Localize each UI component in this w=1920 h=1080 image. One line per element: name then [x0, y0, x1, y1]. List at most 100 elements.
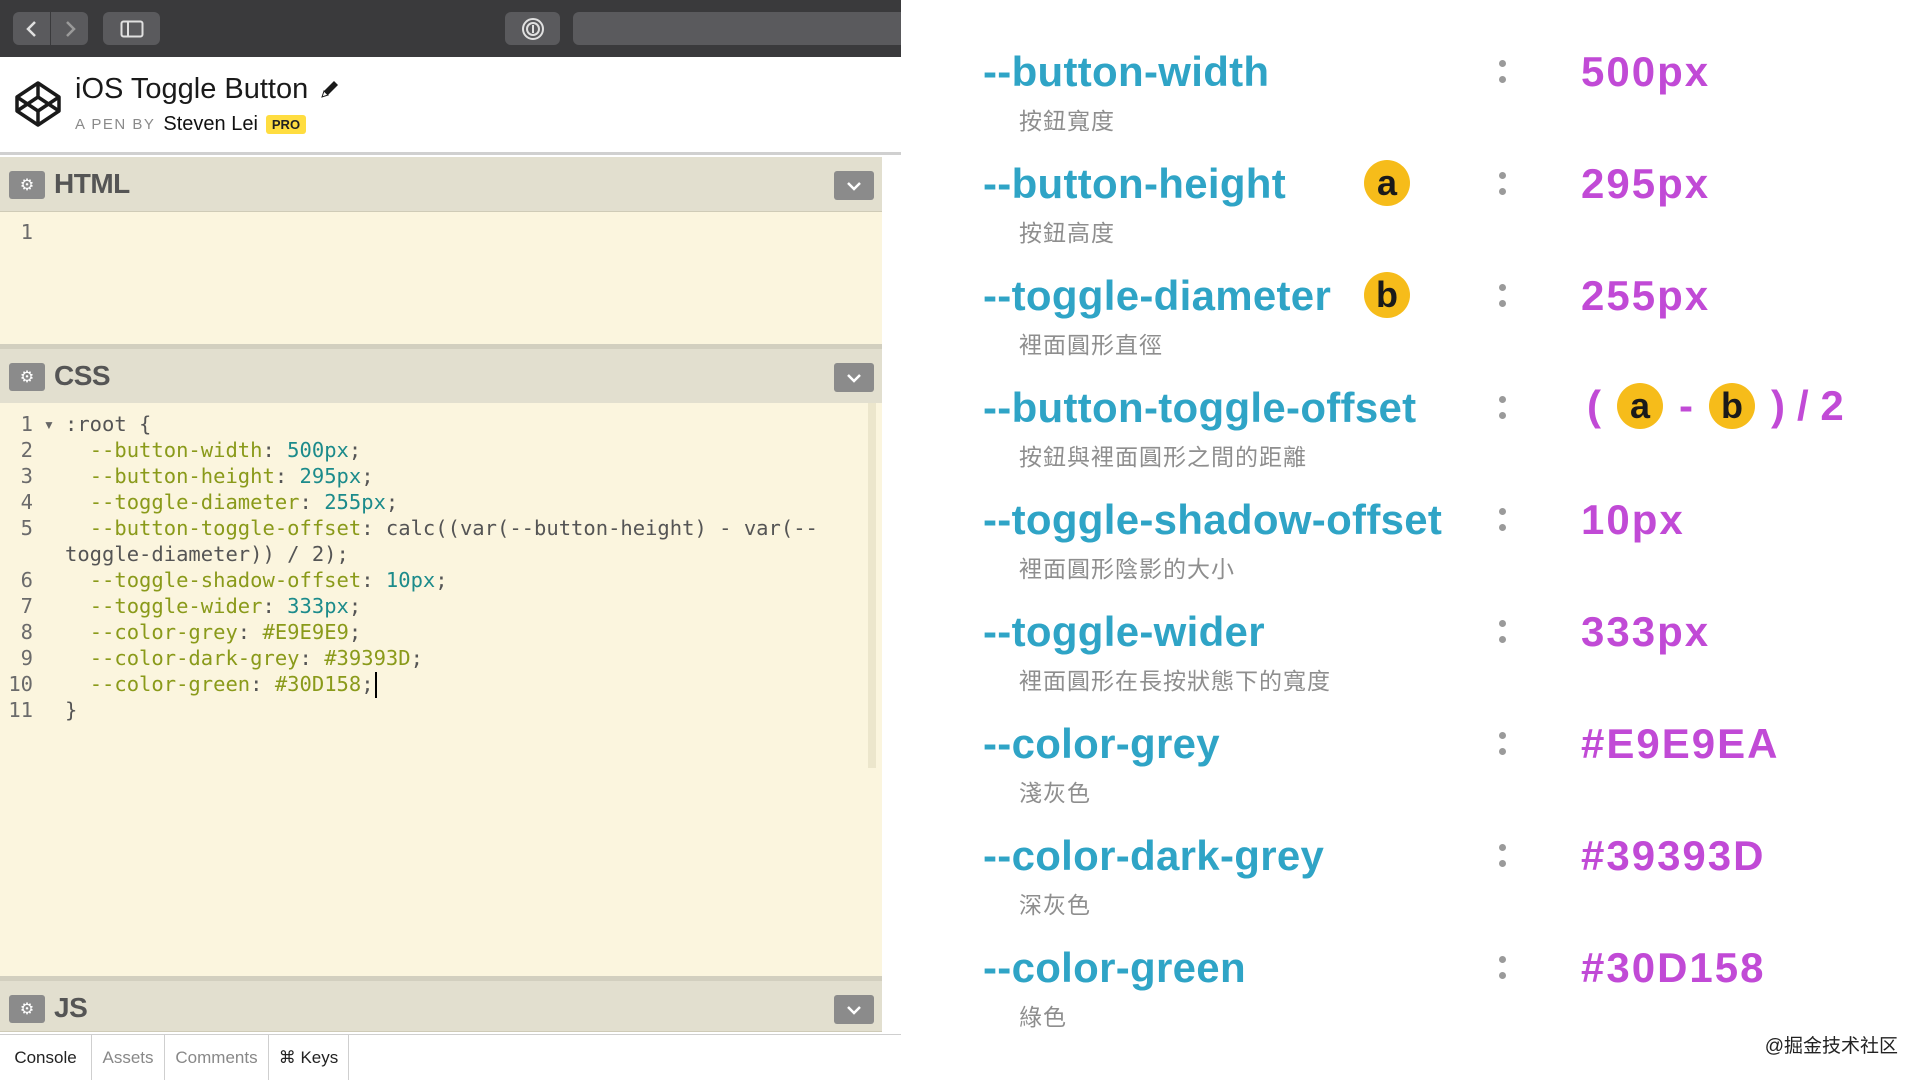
- variable-value: #E9E9EA: [1581, 720, 1780, 767]
- marker-b-badge: b: [1364, 272, 1410, 318]
- offset-formula: ( a - b ) / 2: [1581, 382, 1850, 430]
- variable-name: --color-dark-grey: [983, 832, 1325, 879]
- watermark: @掘金技术社区: [1764, 1036, 1898, 1057]
- variable-description: 按鈕高度: [1019, 220, 1115, 246]
- line-number: 4: [20, 490, 33, 514]
- chevron-right-icon: [65, 20, 76, 37]
- formula-divide: / 2: [1797, 382, 1844, 429]
- variable-row: --toggle-diameter b 裡面圓形直徑 255px: [901, 272, 1920, 372]
- chevron-down-icon: [847, 373, 861, 383]
- line-number: 1: [20, 220, 33, 244]
- html-collapse-button[interactable]: [834, 171, 874, 200]
- variable-name: --color-grey: [983, 720, 1220, 767]
- back-button[interactable]: [13, 12, 50, 45]
- variable-value: 295px: [1581, 160, 1711, 207]
- variable-description: 裡面圓形直徑: [1019, 332, 1163, 358]
- variable-description: 裡面圓形在長按狀態下的寬度: [1019, 668, 1331, 694]
- line-number: 10: [8, 672, 33, 696]
- js-collapse-button[interactable]: [834, 995, 874, 1024]
- marker-b-badge: b: [1709, 383, 1755, 429]
- css-value: 295px: [299, 464, 362, 488]
- variable-description: 裡面圓形陰影的大小: [1019, 556, 1235, 582]
- shield-icon: [521, 17, 544, 40]
- css-property: --button-toggle-offset: [89, 516, 362, 540]
- line-number: 2: [20, 438, 33, 462]
- formula-open-paren: (: [1587, 382, 1601, 429]
- colon-separator: [1497, 56, 1507, 86]
- variable-row: --button-height a 按鈕高度 295px: [901, 160, 1920, 260]
- colon-separator: [1497, 168, 1507, 198]
- privacy-report-button[interactable]: [505, 12, 560, 45]
- html-settings-button[interactable]: ⚙: [9, 171, 45, 199]
- code-line: --toggle-diameter: 255px;: [89, 490, 399, 514]
- address-bar[interactable]: [573, 12, 901, 45]
- sidebar-toggle-button[interactable]: [103, 12, 160, 45]
- css-property: --color-grey: [89, 620, 238, 644]
- variable-row: --color-grey 淺灰色 #E9E9EA: [901, 720, 1920, 820]
- variable-value: 500px: [1581, 48, 1711, 95]
- variable-row: --button-toggle-offset 按鈕與裡面圓形之間的距離 ( a …: [901, 382, 1920, 484]
- pen-author-link[interactable]: Steven Lei: [163, 113, 258, 136]
- code-line: }: [65, 698, 78, 722]
- variable-value: 255px: [1581, 272, 1711, 319]
- css-collapse-button[interactable]: [834, 363, 874, 392]
- js-settings-button[interactable]: ⚙: [9, 995, 45, 1023]
- variable-row: --button-width 按鈕寬度 500px: [901, 48, 1920, 148]
- tab-comments[interactable]: Comments: [165, 1035, 269, 1080]
- line-number: 8: [20, 620, 33, 644]
- colon-separator: [1497, 280, 1507, 310]
- preview-gutter: [882, 155, 901, 1032]
- code-line: --toggle-shadow-offset: 10px;: [89, 568, 448, 592]
- css-editor[interactable]: 1 ▼ :root { 2 --button-width: 500px; 3 -…: [0, 403, 882, 976]
- chevron-down-icon: [847, 1005, 861, 1015]
- variable-name: --toggle-diameter: [983, 272, 1332, 319]
- css-panel-title: CSS: [54, 360, 111, 391]
- tab-assets[interactable]: Assets: [92, 1035, 165, 1080]
- line-number: 7: [20, 594, 33, 618]
- code-line: :root {: [65, 412, 152, 436]
- js-panel-title: JS: [54, 992, 88, 1023]
- tab-keys[interactable]: ⌘ Keys: [269, 1035, 349, 1080]
- variable-value: 10px: [1581, 496, 1685, 543]
- colon-separator: [1497, 728, 1507, 758]
- variable-row: --toggle-shadow-offset 裡面圓形陰影的大小 10px: [901, 496, 1920, 596]
- formula-close-paren: ): [1771, 382, 1785, 429]
- pen-title: iOS Toggle Button: [75, 73, 309, 105]
- colon-separator: [1497, 616, 1507, 646]
- gear-icon: ⚙: [19, 369, 35, 386]
- tab-console[interactable]: Console: [0, 1035, 92, 1080]
- css-scrollbar[interactable]: [868, 403, 876, 768]
- variable-name: --button-height: [983, 160, 1287, 207]
- css-property: --color-green: [89, 672, 251, 696]
- variable-name: --button-width: [983, 48, 1270, 95]
- pencil-icon[interactable]: [318, 77, 342, 101]
- css-settings-button[interactable]: ⚙: [9, 363, 45, 391]
- css-panel-header: ⚙ CSS: [0, 349, 882, 404]
- html-panel-header: ⚙ HTML: [0, 157, 882, 212]
- css-value: #39393D: [324, 646, 411, 670]
- pen-by-label: A PEN BY: [75, 116, 156, 133]
- gear-icon: ⚙: [19, 1001, 35, 1018]
- chevron-down-icon: [847, 181, 861, 191]
- codepen-logo-icon: [15, 81, 61, 127]
- variable-description: 綠色: [1019, 1004, 1067, 1030]
- variables-legend: --button-width 按鈕寬度 500px --button-heigh…: [901, 0, 1920, 1080]
- fold-arrow-icon[interactable]: ▼: [43, 418, 55, 432]
- css-value: 10px: [385, 568, 436, 592]
- forward-button[interactable]: [51, 12, 88, 45]
- variable-value: #30D158: [1581, 944, 1766, 991]
- line-number: 5: [20, 516, 33, 540]
- variable-name: --toggle-shadow-offset: [983, 496, 1443, 543]
- line-number: 1: [20, 412, 33, 436]
- variable-description: 按鈕與裡面圓形之間的距離: [1019, 444, 1307, 470]
- variable-row: --color-green 綠色 #30D158: [901, 944, 1920, 1044]
- code-line: --button-height: 295px;: [89, 464, 374, 488]
- css-property: --toggle-wider: [89, 594, 263, 618]
- css-value: 500px: [287, 438, 349, 462]
- css-value: 333px: [287, 594, 349, 618]
- css-value: calc((var(--button-height) - var(--: [385, 516, 818, 540]
- variable-description: 深灰色: [1019, 892, 1091, 918]
- code-line: --color-grey: #E9E9E9;: [89, 620, 362, 644]
- html-editor[interactable]: 1: [0, 212, 882, 344]
- css-value: #E9E9E9: [262, 620, 349, 644]
